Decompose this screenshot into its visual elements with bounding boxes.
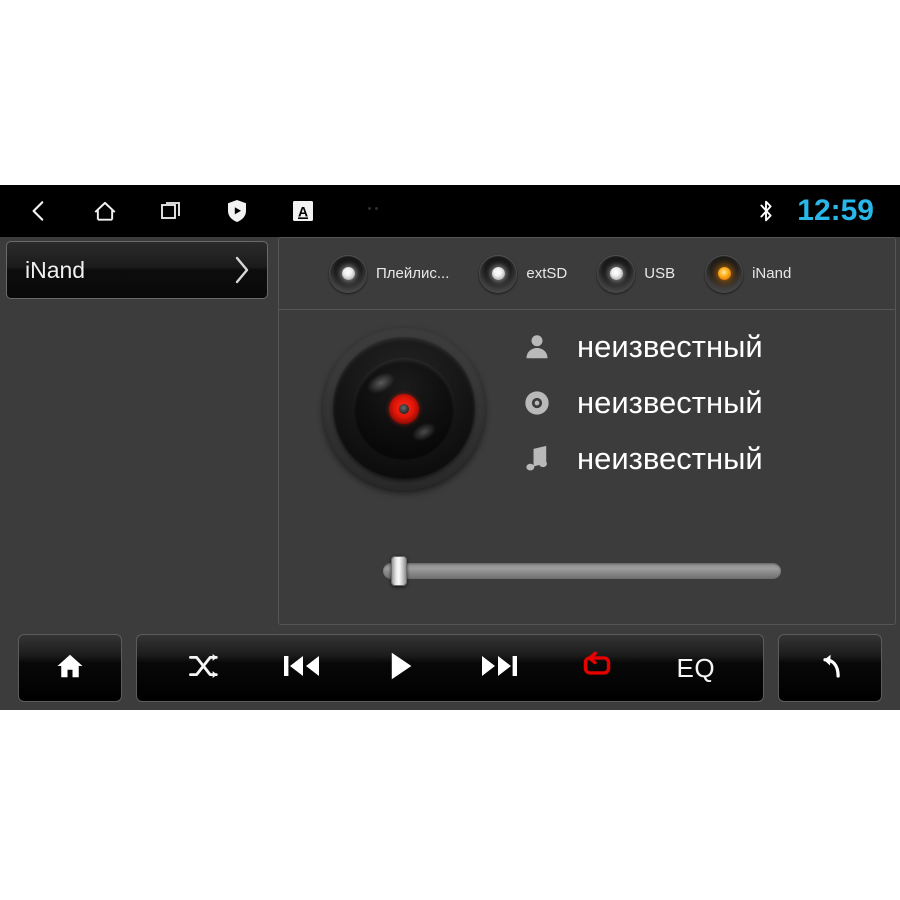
- back-icon[interactable]: [24, 196, 54, 226]
- equalizer-label: EQ: [676, 652, 716, 683]
- tab-usb[interactable]: USB: [597, 254, 676, 293]
- metadata-row-album: неизвестный: [517, 380, 763, 426]
- tab-playlist[interactable]: Плейлис...: [329, 254, 450, 293]
- repeat-button[interactable]: [570, 635, 624, 701]
- tab-led-indicator: [597, 254, 636, 293]
- now-playing-area: неизвестный неизвестный неизвестный: [279, 310, 895, 626]
- metadata-row-artist: неизвестный: [517, 324, 763, 370]
- artist-icon: [517, 332, 557, 362]
- tab-label: Плейлис...: [376, 265, 450, 282]
- player-panel: Плейлис... extSD USB iNand неизвестный н…: [278, 237, 896, 625]
- sidebar-item-label: iNand: [25, 256, 86, 283]
- artist-value: неизвестный: [577, 329, 763, 364]
- next-track-icon: [480, 653, 518, 684]
- back-arrow-icon: [815, 651, 845, 686]
- navigation-icons: A: [24, 185, 318, 237]
- back-button[interactable]: [803, 635, 857, 701]
- home-filled-icon: [55, 651, 85, 686]
- tab-led-indicator: [479, 254, 518, 293]
- previous-button[interactable]: [275, 635, 329, 701]
- overflow-dot: [375, 207, 378, 210]
- svg-text:A: A: [298, 204, 308, 220]
- progress-track[interactable]: [383, 563, 781, 579]
- tab-extsd[interactable]: extSD: [479, 254, 568, 293]
- metadata-row-track: неизвестный: [517, 436, 763, 482]
- tab-label: iNand: [752, 265, 792, 282]
- eq-button[interactable]: EQ: [669, 635, 723, 701]
- next-button[interactable]: [472, 635, 526, 701]
- playback-controls-group: EQ: [136, 634, 764, 702]
- tab-label: USB: [644, 265, 676, 282]
- repeat-icon: [579, 651, 615, 686]
- home-icon[interactable]: [90, 196, 120, 226]
- transport-toolbar: EQ: [0, 627, 900, 709]
- playback-progress-slider[interactable]: [383, 555, 781, 586]
- home-button-group: [18, 634, 122, 702]
- screenshot-canvas: A 12:59 iNand Плейлис... extSD USB iNand…: [0, 0, 900, 900]
- bluetooth-icon: [751, 196, 781, 226]
- sidebar-item-inand[interactable]: iNand: [6, 241, 268, 299]
- home-button[interactable]: [43, 635, 97, 701]
- shuffle-button[interactable]: [177, 635, 231, 701]
- recents-icon[interactable]: [156, 196, 186, 226]
- previous-track-icon: [283, 653, 321, 684]
- source-sidebar: iNand: [0, 237, 276, 625]
- status-right-cluster: 12:59: [751, 185, 874, 237]
- app-a-icon[interactable]: A: [288, 196, 318, 226]
- tab-label: extSD: [526, 265, 568, 282]
- shield-play-icon[interactable]: [222, 196, 252, 226]
- play-button[interactable]: [374, 635, 428, 701]
- track-metadata: неизвестный неизвестный неизвестный: [517, 324, 763, 482]
- play-icon: [388, 651, 414, 686]
- tab-inand[interactable]: iNand: [705, 254, 792, 293]
- album-art-disc: [323, 328, 485, 490]
- track-icon: [517, 444, 557, 474]
- progress-thumb[interactable]: [391, 556, 407, 586]
- chevron-right-icon: [229, 253, 253, 287]
- shuffle-icon: [188, 652, 220, 685]
- overflow-dot: [368, 207, 371, 210]
- status-bar: A 12:59: [0, 185, 900, 237]
- back-button-group: [778, 634, 882, 702]
- status-overflow-dots: [368, 207, 378, 210]
- album-value: неизвестный: [577, 385, 763, 420]
- disc-center-hub: [389, 394, 419, 424]
- source-tabs: Плейлис... extSD USB iNand: [279, 238, 895, 310]
- album-icon: [517, 389, 557, 417]
- track-value: неизвестный: [577, 441, 763, 476]
- tab-led-indicator: [329, 254, 367, 293]
- tab-led-indicator-active: [705, 254, 744, 293]
- head-unit-screen: A 12:59 iNand Плейлис... extSD USB iNand…: [0, 185, 900, 710]
- status-clock: 12:59: [797, 194, 874, 227]
